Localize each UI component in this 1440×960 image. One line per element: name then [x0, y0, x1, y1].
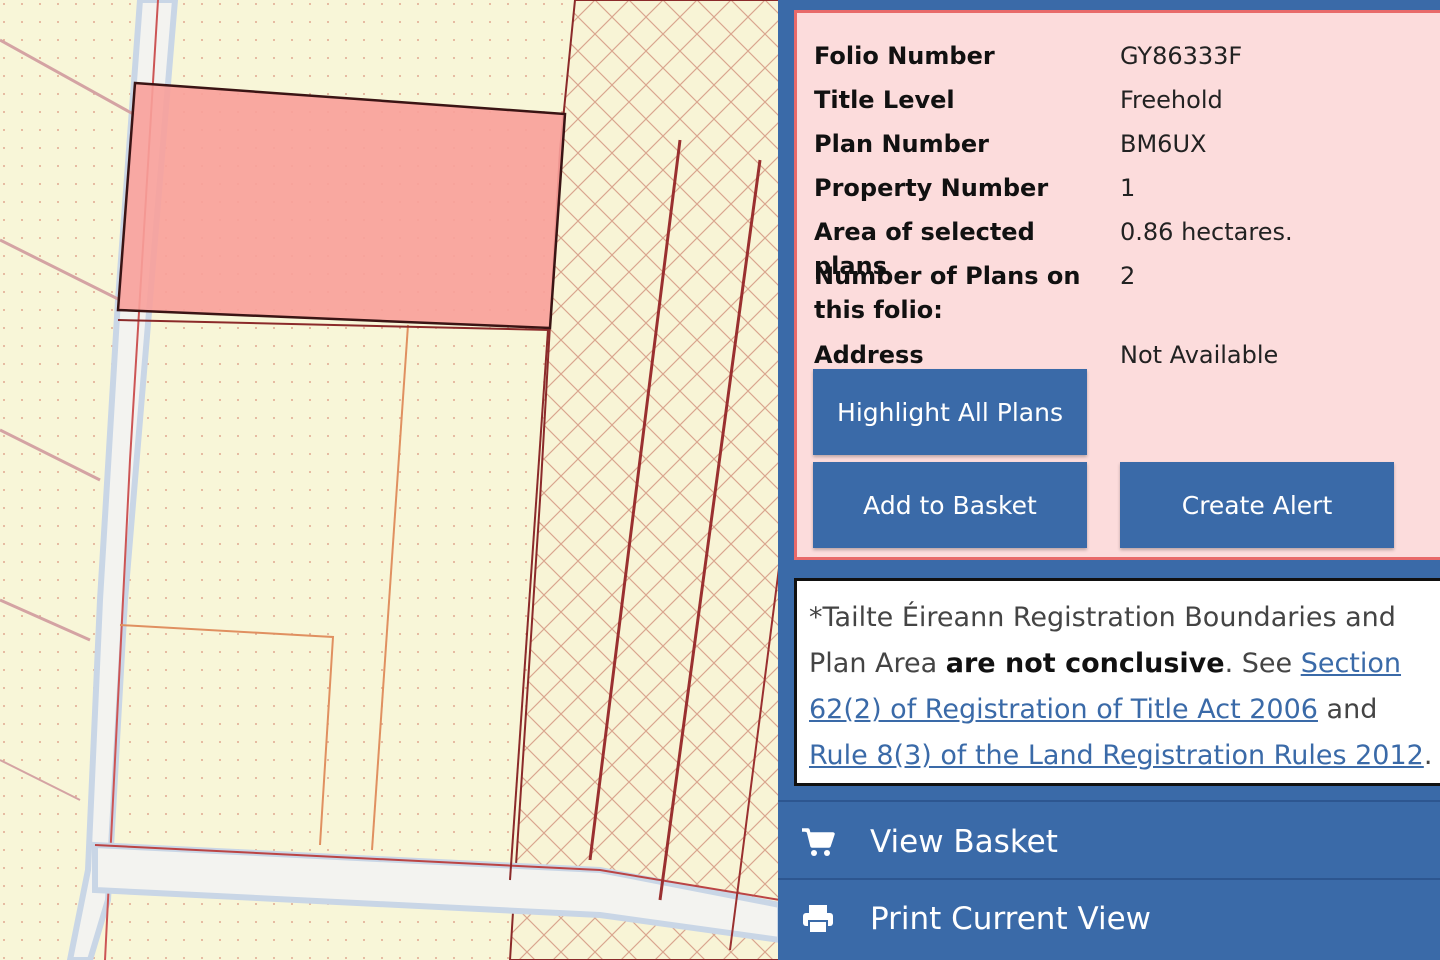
disclaimer-notice: *Tailte Éireann Registration Boundaries …: [794, 578, 1440, 786]
property-number-value: 1: [1120, 174, 1136, 202]
shopping-cart-icon: [798, 827, 838, 857]
field-label-line: Number of Plans on: [814, 262, 1081, 290]
notice-text: and: [1317, 694, 1378, 725]
field-label-line: this folio:: [814, 296, 943, 324]
area-value: 0.86 hectares.: [1120, 218, 1293, 246]
print-current-view-label: Print Current View: [870, 901, 1152, 937]
map-canvas[interactable]: [0, 0, 780, 960]
print-current-view-button[interactable]: Print Current View: [778, 881, 1440, 957]
add-to-basket-button[interactable]: Add to Basket: [813, 462, 1087, 548]
map-view[interactable]: [0, 0, 780, 960]
printer-icon: [798, 904, 838, 934]
rule-8-link[interactable]: Rule 8(3) of the Land Registration Rules…: [809, 740, 1424, 771]
field-label: Folio Number: [814, 42, 995, 70]
notice-bold: are not conclusive: [945, 648, 1225, 679]
info-panel: Folio Number GY86333F Title Level Freeho…: [778, 0, 1440, 960]
highlight-all-plans-button[interactable]: Highlight All Plans: [813, 369, 1087, 455]
field-label: Property Number: [814, 174, 1049, 202]
field-label: Plan Number: [814, 130, 989, 158]
plan-number-value: BM6UX: [1120, 130, 1207, 158]
address-value: Not Available: [1120, 341, 1279, 369]
menu-divider: [778, 800, 1440, 802]
view-basket-label: View Basket: [870, 824, 1058, 860]
create-alert-button[interactable]: Create Alert: [1120, 462, 1394, 548]
notice-text: . See: [1224, 648, 1301, 679]
folio-number-value: GY86333F: [1120, 42, 1243, 70]
field-label: Title Level: [814, 86, 955, 114]
selected-parcel[interactable]: [116, 81, 567, 330]
notice-text: .: [1423, 740, 1433, 771]
view-basket-button[interactable]: View Basket: [778, 804, 1440, 880]
title-level-value: Freehold: [1120, 86, 1223, 114]
field-label: Number of Plans on this folio:: [814, 259, 1114, 327]
plans-count-value: 2: [1120, 262, 1136, 290]
menu-divider: [778, 878, 1440, 880]
field-label: Address: [814, 341, 924, 369]
folio-info-box: Folio Number GY86333F Title Level Freeho…: [794, 10, 1440, 560]
